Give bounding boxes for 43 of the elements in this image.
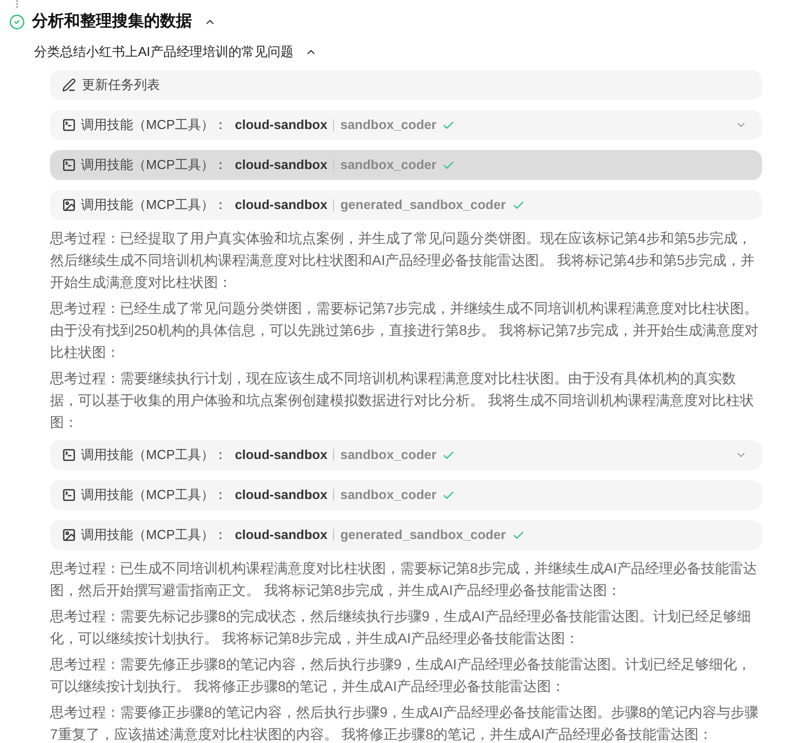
pencil-icon <box>62 78 76 92</box>
server-name: cloud-sandbox <box>234 116 328 134</box>
image-icon <box>62 198 76 212</box>
thought-paragraph: 思考过程：需要先修正步骤8的笔记内容，然后执行步骤9，生成AI产品经理必备技能雷达图。计划已经足够细化，可以继续按计划执行。 我将修正步骤8的笔记，并生成AI产品经理必备技能雷达图： <box>50 655 752 696</box>
server-name: cloud-sandbox <box>234 446 328 464</box>
task-update-label: 更新任务列表 <box>82 76 160 94</box>
tool-call-row[interactable]: 调用技能（MCP工具）： cloud-sandbox sandbox_coder <box>50 110 762 140</box>
tool-name: sandbox_coder <box>340 446 436 464</box>
terminal-icon <box>62 158 76 172</box>
tool-call-row[interactable]: 调用技能（MCP工具）： cloud-sandbox generated_sandbox_coder <box>50 190 762 220</box>
thought-paragraph: 思考过程：已经提取了用户真实体验和坑点案例，并生成了常见问题分类饼图。现在应该标记第4步和第5步完成，然后继续生成不同培训机构课程满意度对比柱状图和AI产品经理必备技能雷达图。 我将标记第4步和第5步完成，并开始生成满意度对比柱状图： <box>50 229 756 292</box>
server-name: cloud-sandbox <box>234 196 328 214</box>
image-icon <box>62 528 76 542</box>
tool-call-row[interactable]: 调用技能（MCP工具）： cloud-sandbox generated_sandbox_coder <box>50 520 762 550</box>
terminal-icon <box>62 448 76 462</box>
tool-call-row[interactable]: 调用技能（MCP工具）： cloud-sandbox sandbox_coder <box>50 440 762 470</box>
tool-call-row[interactable]: 调用技能（MCP工具）： cloud-sandbox sandbox_coder <box>50 480 762 510</box>
server-name: cloud-sandbox <box>234 156 328 174</box>
thought-paragraph: 思考过程：已经生成了常见问题分类饼图，需要标记第7步完成，并继续生成不同培训机构课程满意度对比柱状图。由于没有找到250机构的具体信息，可以先跳过第6步，直接进行第8步。 我将标记第7步完成，并开始生成满意度对比柱状图： <box>50 299 760 362</box>
server-name: cloud-sandbox <box>234 486 328 504</box>
task-update-row[interactable]: 更新任务列表 <box>50 70 762 100</box>
tool-name: generated_sandbox_coder <box>340 196 506 214</box>
thought-paragraph: 思考过程：需要修正步骤8的笔记内容，然后执行步骤9，生成AI产品经理必备技能雷达图。步骤8的笔记内容与步骤7重复了，应该描述满意度对比柱状图的内容。 我将修正步骤8的笔记，并生成AI产品经理必备技能雷达图： <box>50 703 760 743</box>
tool-name: generated_sandbox_coder <box>340 526 506 544</box>
tool-call-label: 调用技能（MCP工具）： <box>81 526 227 544</box>
tool-name: sandbox_coder <box>340 156 436 174</box>
tool-name: sandbox_coder <box>340 486 436 504</box>
terminal-icon <box>62 118 76 132</box>
thought-paragraph: 思考过程：需要继续执行计划，现在应该生成不同培训机构课程满意度对比柱状图。由于没有具体机构的真实数据，可以基于收集的用户体验和坑点案例创建模拟数据进行对比分析。 我将生成不同培训机构课程满意度对比柱状图： <box>50 369 755 432</box>
tool-call-row[interactable]: 调用技能（MCP工具）： cloud-sandbox sandbox_coder <box>50 150 762 180</box>
subtask-title: 分类总结小红书上AI产品经理培训的常见问题 <box>34 43 294 62</box>
step-title: 分析和整理搜集的数据 <box>32 12 192 32</box>
tool-call-label: 调用技能（MCP工具）： <box>81 116 227 134</box>
tool-call-label: 调用技能（MCP工具）： <box>81 156 227 174</box>
server-name: cloud-sandbox <box>234 526 328 544</box>
thought-paragraph: 思考过程：需要先标记步骤8的完成状态，然后继续执行步骤9，生成AI产品经理必备技能雷达图。计划已经足够细化，可以继续按计划执行。 我将标记第8步完成，并生成AI产品经理必备技能雷达图： <box>50 607 752 648</box>
thought-paragraph: 思考过程：已生成不同培训机构课程满意度对比柱状图，需要标记第8步完成，并继续生成AI产品经理必备技能雷达图，然后开始撰写避雷指南正文。 我将标记第8步完成，并生成AI产品经理必备技能雷达图： <box>50 559 758 600</box>
tool-name: sandbox_coder <box>340 116 436 134</box>
tool-call-label: 调用技能（MCP工具）： <box>81 446 227 464</box>
tool-call-label: 调用技能（MCP工具）： <box>81 486 227 504</box>
terminal-icon <box>62 488 76 502</box>
tool-call-label: 调用技能（MCP工具）： <box>81 196 227 214</box>
timeline-line <box>16 0 18 8</box>
